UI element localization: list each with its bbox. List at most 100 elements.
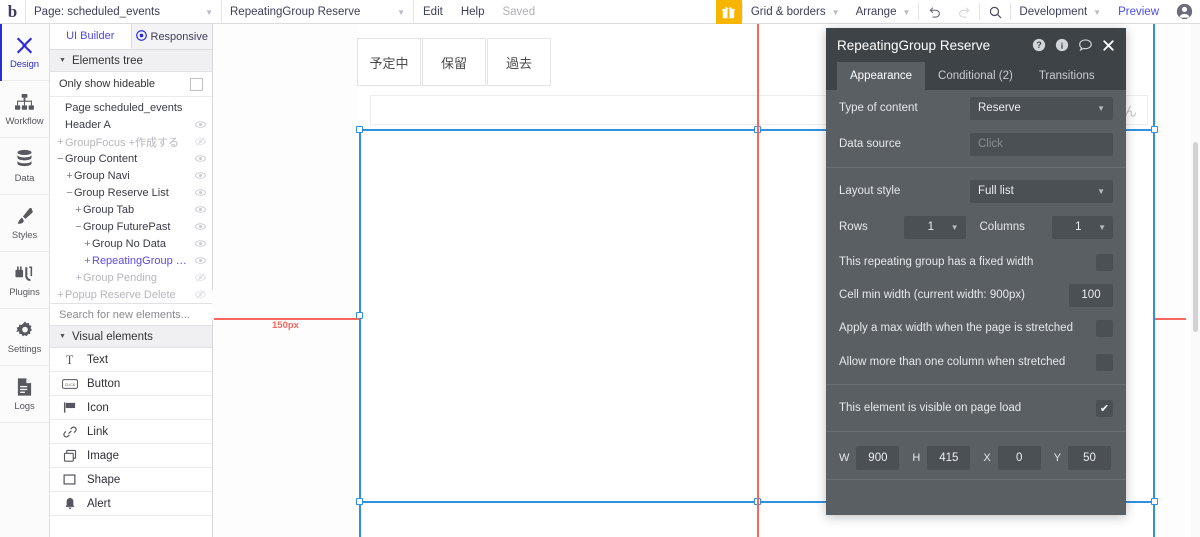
rail-item-plugins[interactable]: Plugins <box>0 252 49 309</box>
visual-element-button[interactable]: CLICK Button <box>50 372 212 396</box>
search-new-elements[interactable]: Search for new elements... <box>50 303 212 326</box>
visual-element-text[interactable]: T Text <box>50 348 212 372</box>
columns-select[interactable]: 1 ▼ <box>1051 215 1113 239</box>
only-show-hideable-row[interactable]: Only show hideable <box>50 72 212 97</box>
visual-element-image[interactable]: Image <box>50 444 212 468</box>
tree-item[interactable]: − Group Reserve List <box>50 184 212 201</box>
cell-min-width-input[interactable]: 100 <box>1069 283 1113 307</box>
tree-item[interactable]: + Group Navi <box>50 167 212 184</box>
rail-item-data[interactable]: Data <box>0 138 49 195</box>
arrange-menu[interactable]: Arrange ▼ <box>848 0 919 24</box>
x-input[interactable]: 0 <box>997 446 1041 470</box>
tree-toggle-icon[interactable]: − <box>74 221 83 233</box>
undo-icon[interactable] <box>919 0 949 24</box>
tab-appearance[interactable]: Appearance <box>837 62 926 90</box>
close-icon[interactable] <box>1102 39 1115 52</box>
tree-item[interactable]: − Group Content <box>50 150 212 167</box>
rail-item-logs[interactable]: Logs <box>0 366 49 423</box>
width-input[interactable]: 900 <box>856 446 900 470</box>
tab-conditional[interactable]: Conditional (2) <box>925 62 1026 90</box>
visibility-eye-icon[interactable] <box>194 289 206 300</box>
rail-item-workflow[interactable]: Workflow <box>0 81 49 138</box>
visibility-eye-icon[interactable] <box>194 136 206 147</box>
tree-toggle-icon[interactable]: − <box>65 187 74 199</box>
element-selector[interactable]: RepeatingGroup Reserve ▼ <box>222 0 414 24</box>
data-source-input[interactable]: Click <box>970 132 1113 156</box>
property-editor-footer <box>826 479 1126 501</box>
rows-select[interactable]: 1 ▼ <box>904 215 966 239</box>
resize-handle-bottom-right[interactable] <box>1151 498 1158 505</box>
visual-element-shape[interactable]: Shape <box>50 468 212 492</box>
visibility-eye-icon[interactable] <box>194 187 206 198</box>
canvas-tab-0[interactable]: 予定中 <box>357 38 421 86</box>
tree-toggle-icon[interactable]: + <box>65 170 74 182</box>
fixed-width-checkbox[interactable] <box>1096 253 1113 271</box>
gift-icon[interactable] <box>715 0 742 24</box>
avatar[interactable] <box>1168 0 1200 23</box>
tree-toggle-icon[interactable]: + <box>74 272 83 284</box>
menu-edit[interactable]: Edit <box>414 0 452 24</box>
tree-item[interactable]: + Popup Reserve Delete <box>50 286 212 303</box>
y-input[interactable]: 50 <box>1068 446 1112 470</box>
tree-toggle-icon[interactable]: + <box>83 238 92 250</box>
tree-item[interactable]: + GroupFocus +作成する <box>50 133 212 150</box>
visual-elements-header[interactable]: ▼ Visual elements <box>50 326 212 348</box>
version-selector[interactable]: Development ▼ <box>1011 0 1109 24</box>
visibility-eye-icon[interactable] <box>194 255 206 266</box>
info-icon[interactable]: i <box>1055 38 1069 52</box>
multi-column-checkbox[interactable] <box>1096 353 1113 371</box>
redo-icon[interactable] <box>949 0 979 24</box>
type-of-content-select[interactable]: Reserve ▼ <box>970 96 1113 120</box>
max-width-checkbox[interactable] <box>1096 319 1113 337</box>
preview-button[interactable]: Preview <box>1109 0 1168 24</box>
tree-item[interactable]: Page scheduled_events <box>50 99 212 116</box>
bubble-logo[interactable]: b <box>0 0 26 23</box>
visibility-eye-icon[interactable] <box>194 238 206 249</box>
grid-borders-menu[interactable]: Grid & borders ▼ <box>743 0 848 24</box>
tree-item[interactable]: + Group Tab <box>50 201 212 218</box>
tree-toggle-icon[interactable]: + <box>56 136 65 148</box>
comment-icon[interactable] <box>1078 38 1093 52</box>
canvas-tab-2[interactable]: 過去 <box>487 38 551 86</box>
canvas-tab-1[interactable]: 保留 <box>422 38 486 86</box>
visual-element-alert[interactable]: Alert <box>50 492 212 516</box>
visibility-eye-icon[interactable] <box>194 170 206 181</box>
resize-handle-bottom-left[interactable] <box>356 498 363 505</box>
search-icon[interactable] <box>980 0 1010 24</box>
visual-element-link[interactable]: Link <box>50 420 212 444</box>
menu-help[interactable]: Help <box>452 0 494 24</box>
tab-transitions[interactable]: Transitions <box>1026 62 1108 90</box>
visible-on-load-checkbox[interactable]: ✔ <box>1096 399 1113 417</box>
help-icon[interactable]: ? <box>1032 38 1046 52</box>
height-input[interactable]: 415 <box>927 446 971 470</box>
visibility-eye-icon[interactable] <box>194 272 206 283</box>
canvas-scrollbar[interactable] <box>1191 24 1200 537</box>
resize-handle-top-left[interactable] <box>356 126 363 133</box>
resize-handle-top-right[interactable] <box>1151 126 1158 133</box>
tree-item[interactable]: Header A <box>50 116 212 133</box>
visibility-eye-icon[interactable] <box>194 204 206 215</box>
fixed-width-label: This repeating group has a fixed width <box>839 256 1034 268</box>
visibility-eye-icon[interactable] <box>194 153 206 164</box>
rail-item-design[interactable]: Design <box>0 23 49 81</box>
page-selector[interactable]: Page: scheduled_events ▼ <box>26 0 222 24</box>
tree-toggle-icon[interactable]: − <box>56 153 65 165</box>
tree-item[interactable]: + Group Pending <box>50 269 212 286</box>
layout-style-select[interactable]: Full list ▼ <box>970 179 1113 203</box>
visibility-eye-icon[interactable] <box>194 221 206 232</box>
only-show-hideable-checkbox[interactable] <box>190 77 203 91</box>
tab-responsive[interactable]: Responsive <box>131 24 212 49</box>
tree-toggle-icon[interactable]: + <box>56 289 65 301</box>
tree-item[interactable]: − Group FuturePast <box>50 218 212 235</box>
tree-item[interactable]: +RepeatingGroup Rese... <box>50 252 212 269</box>
elements-tree-header[interactable]: ▼ Elements tree <box>50 50 212 72</box>
visual-element-icon[interactable]: Icon <box>50 396 212 420</box>
tab-ui-builder[interactable]: UI Builder <box>50 24 132 49</box>
tree-toggle-icon[interactable]: + <box>74 204 83 216</box>
tree-item[interactable]: + Group No Data <box>50 235 212 252</box>
tree-toggle-icon[interactable]: + <box>83 255 92 267</box>
rail-item-styles[interactable]: Styles <box>0 195 49 252</box>
visibility-eye-icon[interactable] <box>194 119 206 130</box>
scrollbar-thumb[interactable] <box>1193 142 1198 332</box>
rail-item-settings[interactable]: Settings <box>0 309 49 366</box>
